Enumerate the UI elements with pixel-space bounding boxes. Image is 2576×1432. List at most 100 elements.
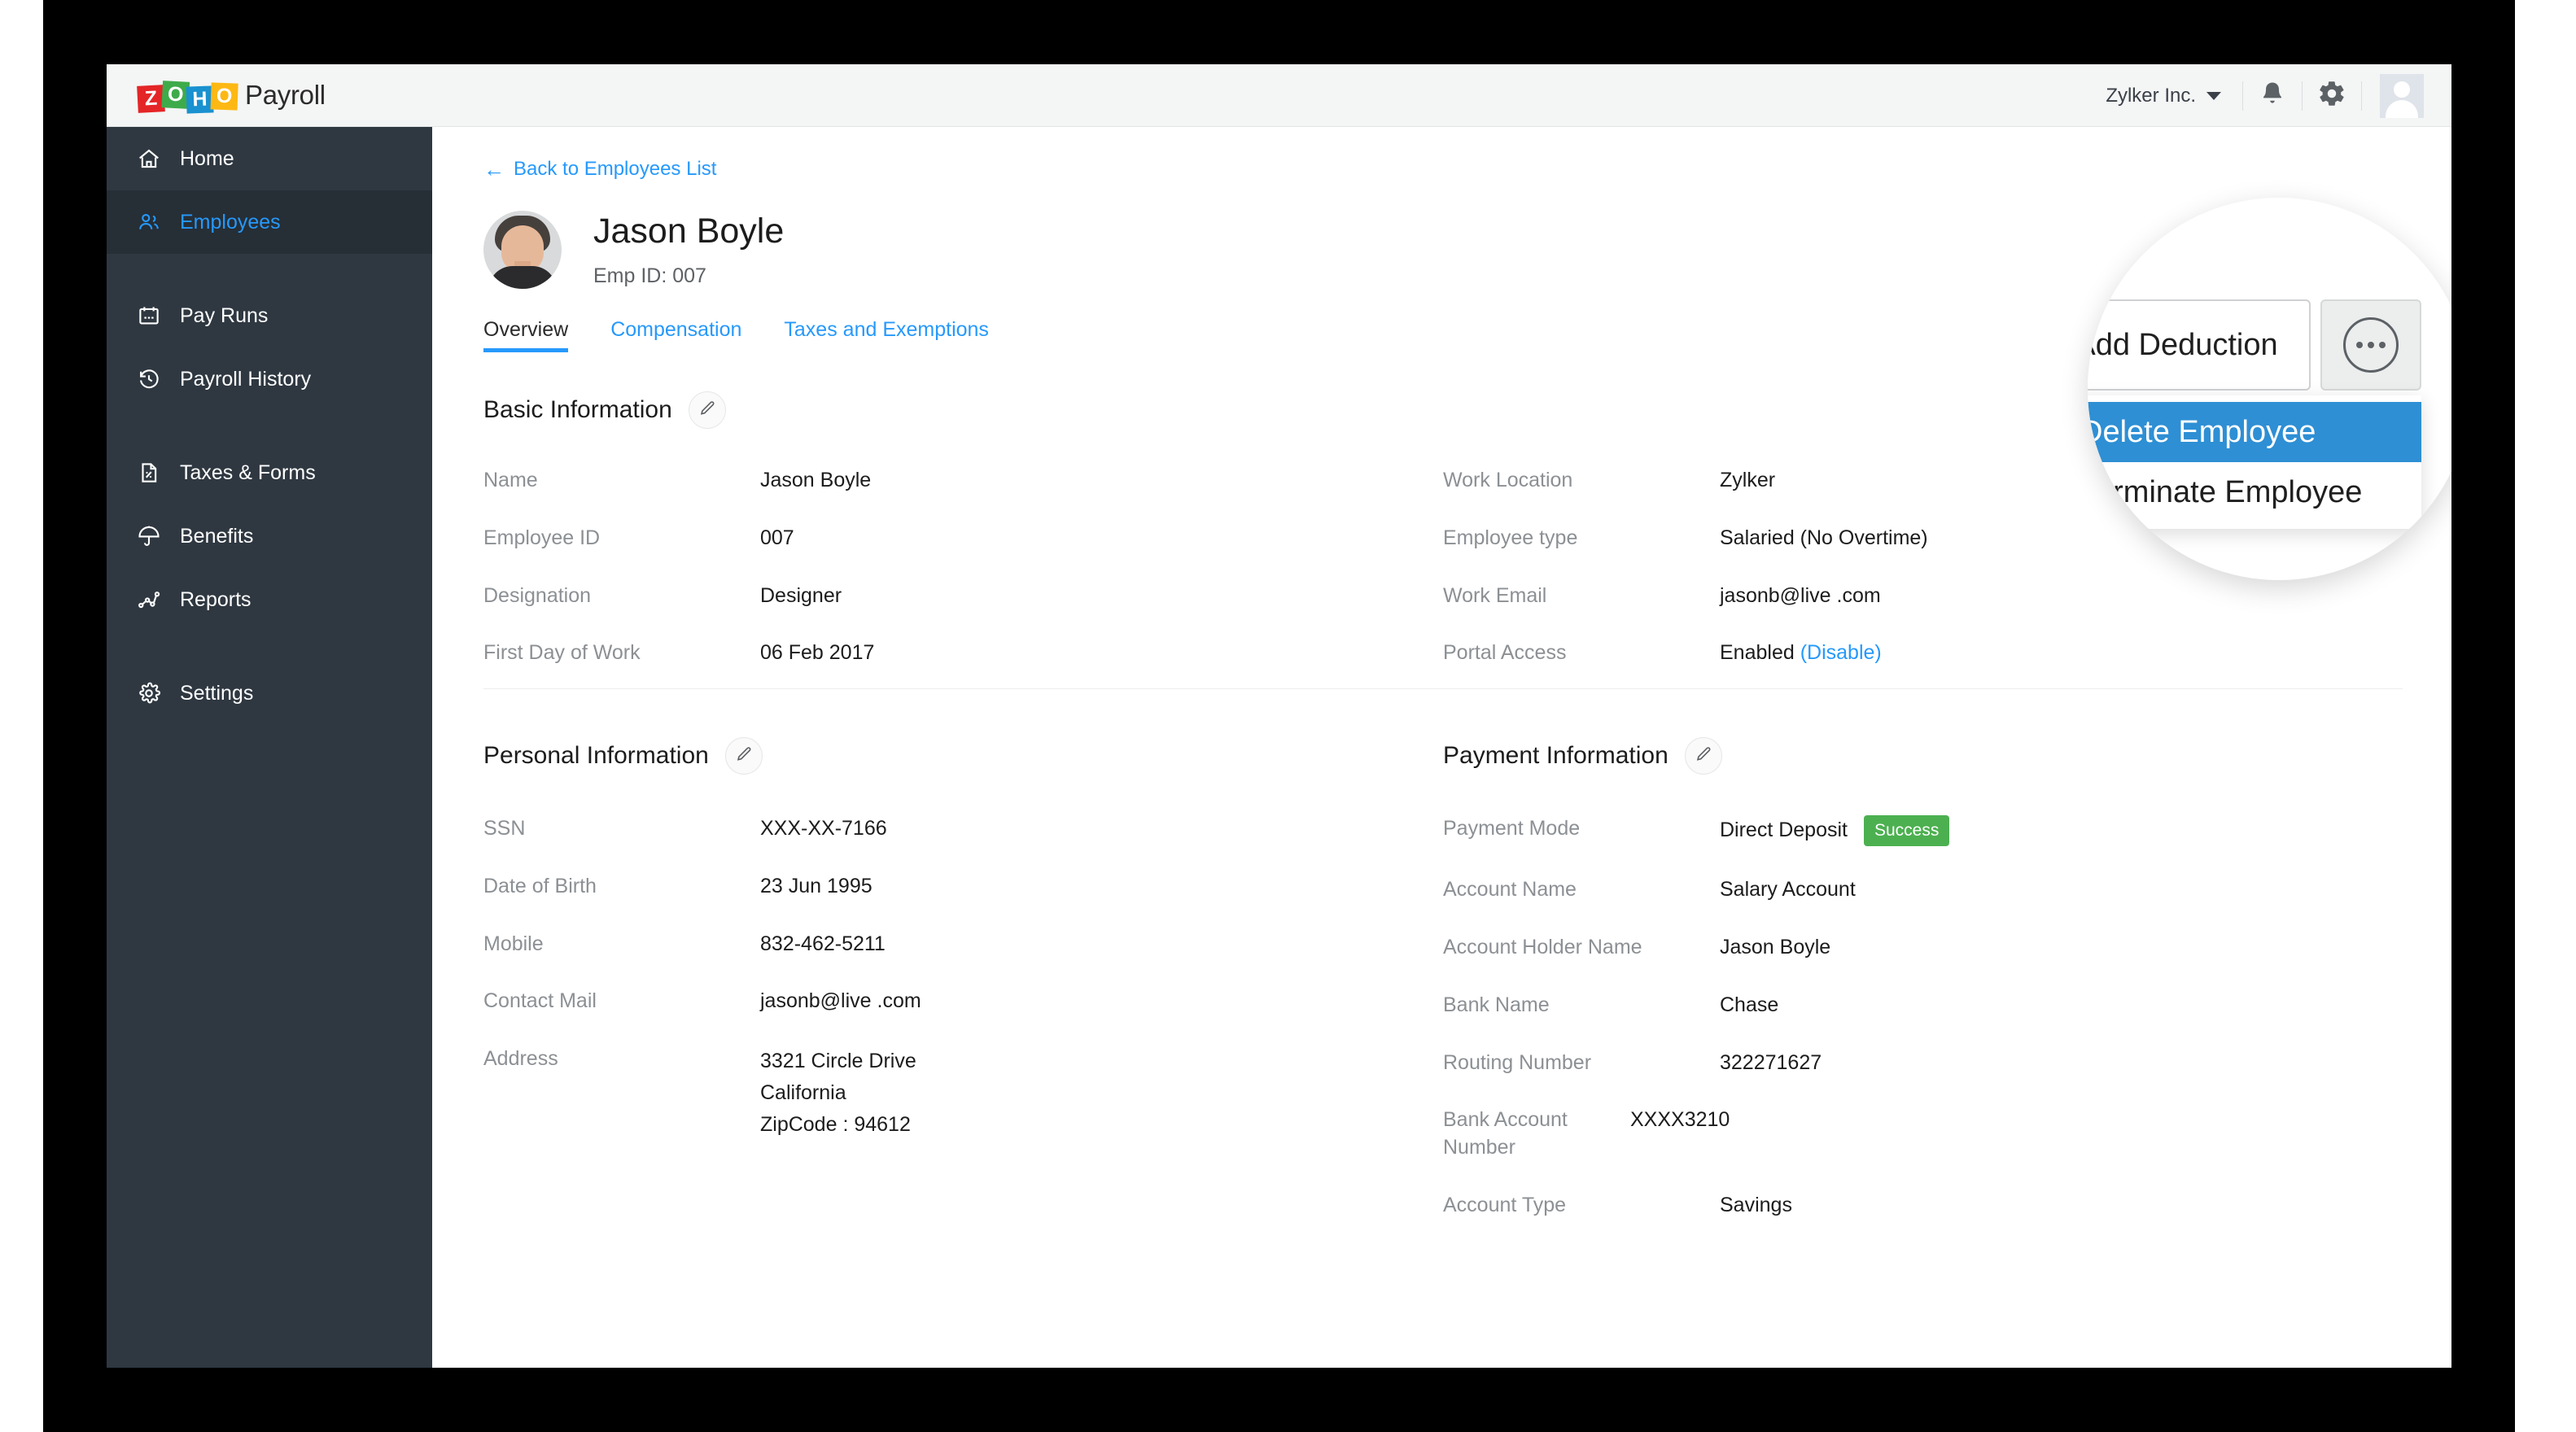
field-value: Zylker <box>1720 469 1776 491</box>
bell-icon <box>2259 79 2286 112</box>
tab-bar: Overview Compensation Taxes and Exemptio… <box>483 318 989 352</box>
field-label: Bank Account Number <box>1443 1108 1568 1159</box>
field-row: SSN XXX-XX-7166 <box>483 815 1443 843</box>
calendar-icon <box>136 303 162 329</box>
screenshot-stage: ZOHO Payroll Zylker Inc. Home Employees … <box>0 0 2576 1432</box>
field-label: Designation <box>483 583 592 607</box>
payment-information-header: Payment Information <box>1443 737 2403 775</box>
sidebar-item-label: Employees <box>180 210 281 234</box>
field-row: Mobile 832-462-5211 <box>483 931 1443 958</box>
employee-header: Jason Boyle Emp ID: 007 <box>483 211 784 289</box>
employee-id: Emp ID: 007 <box>593 264 706 287</box>
field-row: Date of Birth 23 Jun 1995 <box>483 873 1443 901</box>
logo-block-h: H <box>186 85 214 114</box>
avatar[interactable] <box>2380 73 2424 118</box>
edit-payment-information-button[interactable] <box>1684 737 1722 775</box>
org-name: Zylker Inc. <box>2106 84 2196 107</box>
field-row: Account Name Salary Account <box>1443 876 2403 904</box>
payment-information-section: Payment Information Payment Mode Direct … <box>1443 737 2403 1250</box>
sidebar-item-payroll-history[interactable]: Payroll History <box>107 347 432 411</box>
field-row: Payment Mode Direct Deposit Success <box>1443 815 2403 847</box>
field-row: Routing Number 322271627 <box>1443 1050 2403 1077</box>
field-row: Bank Account Number XXXX3210 <box>1443 1107 2403 1162</box>
employee-title-block: Jason Boyle Emp ID: 007 <box>593 211 784 288</box>
page-title: Jason Boyle <box>593 212 785 251</box>
field-label: Employee type <box>1443 526 1578 549</box>
portal-access-disable-link[interactable]: (Disable) <box>1800 641 1882 664</box>
lower-sections: Personal Information SSN XXX-XX-7166 Dat… <box>483 737 2403 1250</box>
settings-button[interactable] <box>2303 64 2361 127</box>
field-value: Savings <box>1720 1193 1792 1216</box>
org-switcher[interactable]: Zylker Inc. <box>2106 85 2242 107</box>
menu-item-delete-employee[interactable]: Delete Employee <box>2088 402 2421 462</box>
logo-block-z: Z <box>137 85 165 113</box>
sidebar-item-benefits[interactable]: Benefits <box>107 504 432 568</box>
pencil-icon <box>1694 744 1713 768</box>
avatar-body <box>2386 99 2418 118</box>
sidebar-item-home[interactable]: Home <box>107 127 432 190</box>
field-label: Portal Access <box>1443 641 1567 665</box>
tab-compensation[interactable]: Compensation <box>610 318 741 352</box>
gear-icon <box>2317 79 2346 112</box>
field-value: 06 Feb 2017 <box>760 641 875 665</box>
magnifier-lens: Add Deduction Delete Employee Terminate … <box>2088 198 2451 580</box>
field-value: 3321 Circle Drive California ZipCode : 9… <box>760 1050 916 1136</box>
home-icon <box>136 146 162 172</box>
photo-shirt <box>488 266 557 289</box>
ellipsis-icon <box>2343 317 2399 373</box>
back-to-employees-list-link[interactable]: ← Back to Employees List <box>483 158 716 181</box>
avatar-head <box>2394 81 2410 98</box>
field-label: SSN <box>483 817 526 840</box>
umbrella-icon <box>136 523 162 549</box>
top-bar-right: Zylker Inc. <box>2106 64 2424 127</box>
edit-basic-information-button[interactable] <box>688 391 726 429</box>
field-value: Designer <box>760 583 842 607</box>
sidebar-item-pay-runs[interactable]: Pay Runs <box>107 284 432 347</box>
field-value: XXXX3210 <box>1630 1108 1730 1132</box>
logo-block-o2: O <box>210 82 238 111</box>
sidebar-item-employees[interactable]: Employees <box>107 190 432 254</box>
field-label: Payment Mode <box>1443 817 1581 840</box>
top-bar: ZOHO Payroll Zylker Inc. <box>107 64 2451 127</box>
field-value: 322271627 <box>1720 1050 1822 1074</box>
field-value: Salaried (No Overtime) <box>1720 526 1928 549</box>
more-actions-button-magnified[interactable] <box>2320 299 2421 391</box>
more-actions-dropdown: Delete Employee Terminate Employee <box>2088 395 2421 529</box>
sidebar-item-reports[interactable]: Reports <box>107 568 432 631</box>
field-row: Account Holder Name Jason Boyle <box>1443 934 2403 962</box>
portal-access-status: Enabled <box>1720 641 1795 665</box>
field-label: Routing Number <box>1443 1050 1592 1074</box>
field-value: XXX-XX-7166 <box>760 817 887 840</box>
sidebar-item-taxes-and-forms[interactable]: Taxes & Forms <box>107 441 432 504</box>
app-window: ZOHO Payroll Zylker Inc. Home Employees … <box>107 64 2451 1368</box>
brand-logo[interactable]: ZOHO Payroll <box>137 78 326 114</box>
personal-information-header: Personal Information <box>483 737 1443 775</box>
field-row: Bank Name Chase <box>1443 992 2403 1019</box>
field-label: Account Name <box>1443 878 1577 902</box>
sidebar-item-label: Home <box>180 146 234 170</box>
sidebar-item-label: Benefits <box>180 524 254 548</box>
field-label: Contact Mail <box>483 989 597 1013</box>
section-title: Payment Information <box>1443 742 1668 769</box>
notifications-button[interactable] <box>2243 64 2302 127</box>
tab-taxes-and-exemptions[interactable]: Taxes and Exemptions <box>784 318 989 352</box>
add-deduction-button[interactable]: Add Deduction <box>2088 299 2311 391</box>
field-value: Direct Deposit Success <box>1720 815 1950 847</box>
field-row: Contact Mail jasonb@live .com <box>483 988 1443 1015</box>
menu-item-terminate-employee[interactable]: Terminate Employee <box>2088 462 2421 522</box>
edit-personal-information-button[interactable] <box>724 737 763 775</box>
sidebar-item-label: Settings <box>180 681 254 705</box>
line-chart-icon <box>136 587 162 613</box>
sidebar-item-settings[interactable]: Settings <box>107 661 432 725</box>
field-value: 23 Jun 1995 <box>760 874 873 897</box>
field-row: First Day of Work 06 Feb 2017 <box>483 640 1443 667</box>
section-title: Basic Information <box>483 396 672 423</box>
magnifier-content: Add Deduction Delete Employee Terminate … <box>2088 198 2451 580</box>
tab-overview[interactable]: Overview <box>483 318 569 352</box>
field-row: Address 3321 Circle Drive California Zip… <box>483 1046 1443 1140</box>
zoho-logo-icon: ZOHO <box>137 78 238 114</box>
field-row: Portal Access Enabled (Disable) <box>1443 640 2403 667</box>
payment-mode-value: Direct Deposit <box>1720 818 1848 841</box>
